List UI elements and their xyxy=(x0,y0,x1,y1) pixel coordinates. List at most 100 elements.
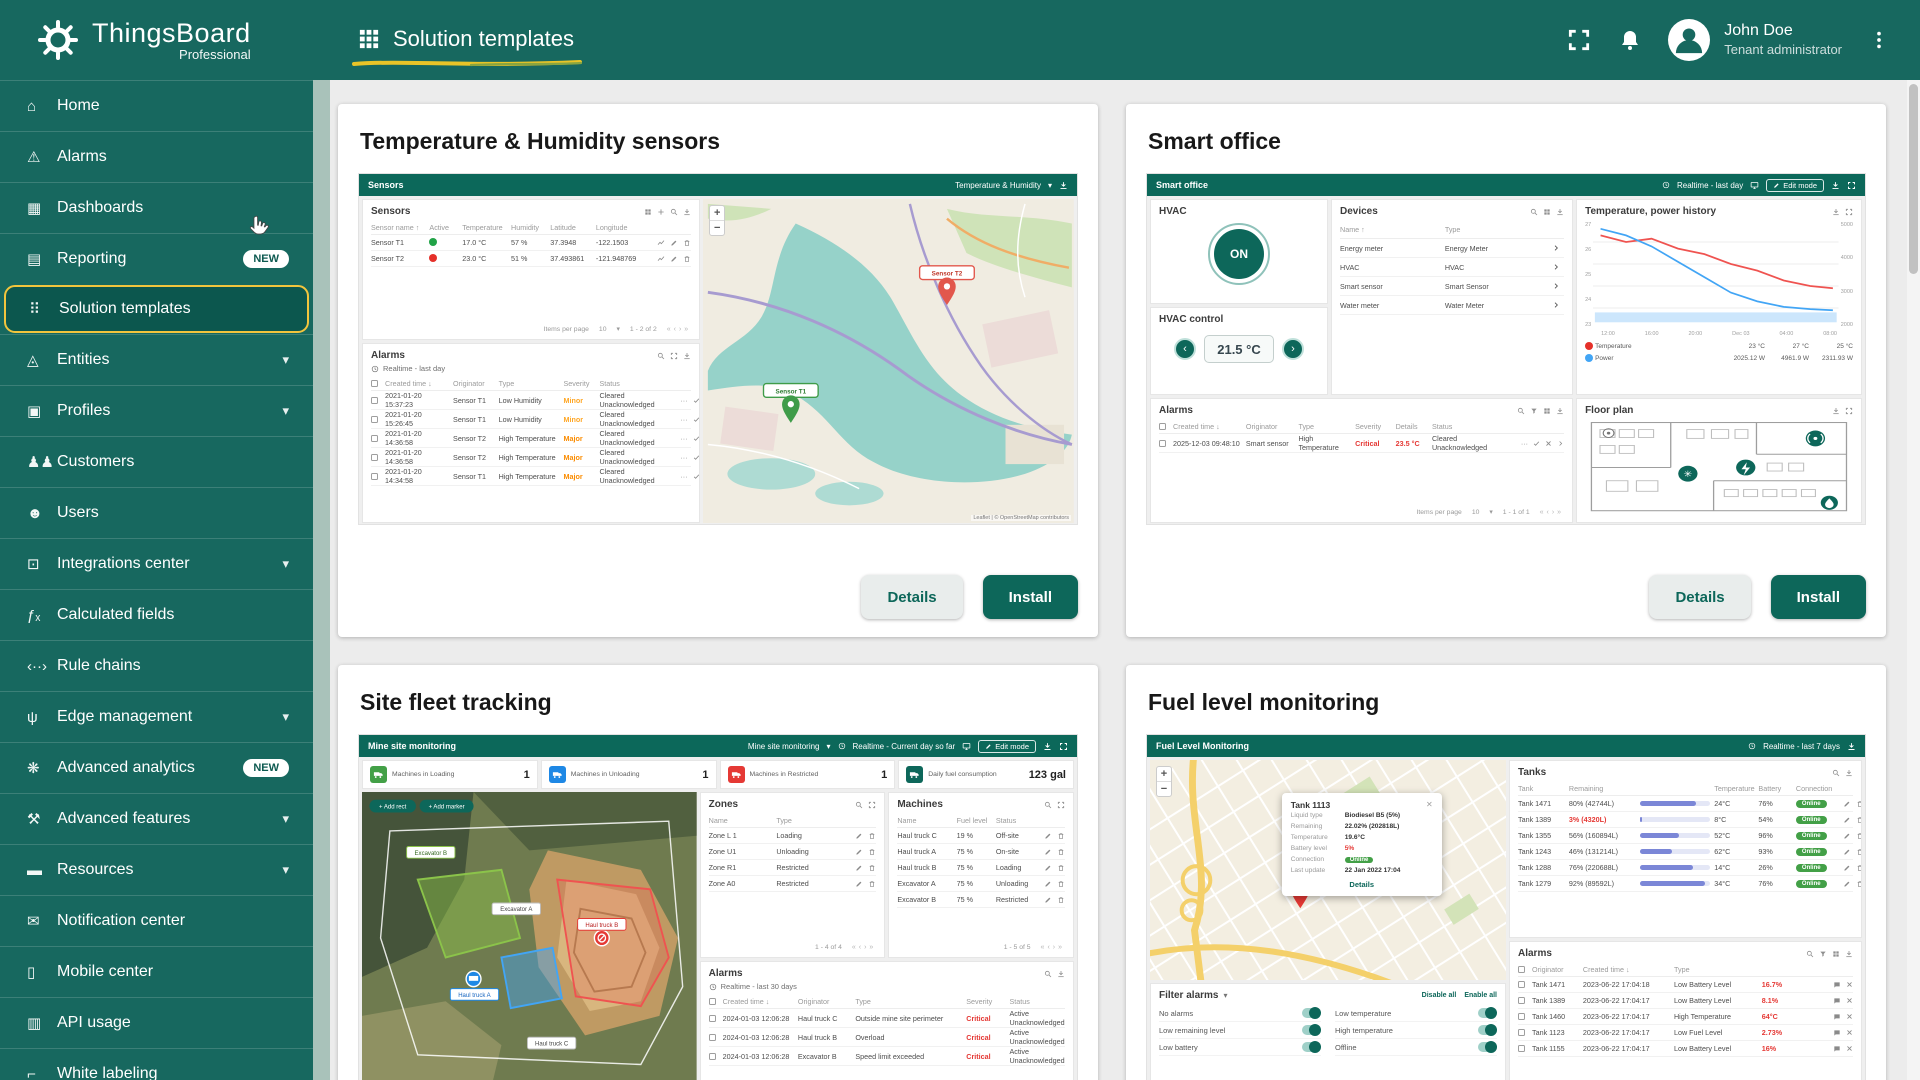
alarm-row: Tank 1155 2023-06-22 17:04:17 Low Batter… xyxy=(1518,1041,1853,1057)
delete-icon xyxy=(1856,848,1862,856)
machine-icon xyxy=(906,766,923,783)
row-checkbox xyxy=(371,454,378,461)
zone-row: Zone L 1Loading xyxy=(709,828,877,844)
fullscreen-icon xyxy=(868,801,876,809)
machine-row: Haul truck C19 %Off-site xyxy=(897,828,1065,844)
dashboard-title: Fuel Level Monitoring xyxy=(1156,741,1249,751)
sidebar-item-icon: ‹··› xyxy=(27,658,57,675)
edit-icon xyxy=(1843,864,1851,872)
chevron-down-icon: ▾ xyxy=(282,811,289,827)
edit-icon xyxy=(1843,800,1851,808)
edit-mode-button: Edit mode xyxy=(1766,179,1824,192)
table-pagination: Items per page10▾ 1 - 1 of 1«‹›» xyxy=(1159,504,1564,516)
widget-title: Alarms xyxy=(371,350,405,361)
remaining-bar xyxy=(1640,865,1693,870)
stat-tile: Machines in Unloading 1 xyxy=(541,760,717,789)
clear-x-icon xyxy=(1846,1029,1853,1036)
brand-name: ThingsBoard xyxy=(92,18,251,49)
floor-plan-drawing: ✳ xyxy=(1585,419,1853,516)
sidebar-item[interactable]: ψ Edge management ▾ xyxy=(0,691,313,742)
delete-icon xyxy=(868,864,876,872)
enable-all-link: Enable all xyxy=(1464,992,1497,999)
delete-icon xyxy=(1057,864,1065,872)
page-title: Solution templates xyxy=(393,26,574,52)
map-attribution: Leaflet | © OpenStreetMap contributors xyxy=(971,515,1071,521)
alarm-row: Tank 1460 2023-06-22 17:04:17 High Tempe… xyxy=(1518,1009,1853,1025)
sidebar-item[interactable]: ‹··› Rule chains xyxy=(0,640,313,691)
add-icon xyxy=(657,208,665,216)
tank-row: Tank 1279 92% (89592L) 34°C 76% Online xyxy=(1518,876,1853,892)
increase-temp-button: › xyxy=(1282,338,1304,360)
install-button[interactable]: Install xyxy=(983,575,1078,619)
row-checkbox xyxy=(709,1053,716,1060)
power-button xyxy=(1736,460,1755,476)
row-checkbox xyxy=(371,416,378,423)
edit-icon xyxy=(1843,832,1851,840)
sidebar-item[interactable]: ⚒ Advanced features ▾ xyxy=(0,793,313,844)
thingsboard-logo[interactable]: ThingsBoard Professional xyxy=(0,18,313,62)
sidebar-item[interactable]: ♟♟ Customers xyxy=(0,436,313,487)
top-bar: ThingsBoard Professional Solution templa… xyxy=(0,0,1920,80)
zones-table-widget: Zones NameType xyxy=(700,792,886,958)
sidebar-item-icon: ◬ xyxy=(27,351,57,369)
card-title: Smart office xyxy=(1148,128,1866,155)
sidebar-item[interactable]: ⠿ Solution templates xyxy=(4,285,309,333)
avatar[interactable] xyxy=(1668,19,1710,61)
details-button[interactable]: Details xyxy=(861,575,962,619)
sidebar-item-label: API usage xyxy=(57,1014,131,1032)
sidebar-edge-strip xyxy=(313,80,330,1080)
sidebar-item[interactable]: ⌐ White labeling xyxy=(0,1048,313,1080)
sidebar-item-icon: ⊡ xyxy=(27,555,57,573)
sidebar-item[interactable]: ⚠ Alarms xyxy=(0,131,313,182)
alarm-row: 2021-01-20 14:36:58 Sensor T2 High Tempe… xyxy=(371,429,691,448)
table-pagination: Items per page10▾ 1 - 2 of 2«‹›» xyxy=(371,321,691,333)
toggle-switch xyxy=(1478,1042,1497,1052)
page-scrollbar[interactable] xyxy=(1907,80,1920,1080)
sidebar-item[interactable]: ⊡ Integrations center ▾ xyxy=(0,538,313,589)
edit-icon xyxy=(670,255,678,263)
user-info[interactable]: John Doe Tenant administrator xyxy=(1724,21,1842,59)
delete-icon xyxy=(683,255,691,263)
toggle-switch xyxy=(1302,1025,1321,1035)
sidebar-item-label: Entities xyxy=(57,351,109,369)
fullscreen-button[interactable] xyxy=(1566,27,1592,53)
sidebar-item[interactable]: ƒₓ Calculated fields xyxy=(0,589,313,640)
search-icon xyxy=(1832,769,1840,777)
svg-text:+ Add marker: + Add marker xyxy=(429,803,465,810)
notifications-bell-button[interactable] xyxy=(1618,28,1642,52)
delete-icon xyxy=(1856,864,1862,872)
sidebar-item[interactable]: ▣ Profiles ▾ xyxy=(0,385,313,436)
scrollbar-thumb[interactable] xyxy=(1909,84,1918,274)
sidebar-item[interactable]: ⌂ Home xyxy=(0,80,313,131)
kebab-menu-button[interactable] xyxy=(1868,29,1890,51)
sidebar-item-icon: ♟♟ xyxy=(27,453,57,471)
card-temperature-humidity: Temperature & Humidity sensors Sensors T… xyxy=(338,104,1098,637)
hvac-on-button: ON xyxy=(1214,229,1264,279)
sidebar-item[interactable]: ❋ Advanced analytics NEW xyxy=(0,742,313,793)
dashboard-titlebar: Mine site monitoring Mine site monitorin… xyxy=(359,735,1077,757)
popup-row: Battery level 5% xyxy=(1291,843,1433,854)
clock-icon xyxy=(838,742,846,750)
card-title: Fuel level monitoring xyxy=(1148,689,1866,716)
install-button[interactable]: Install xyxy=(1771,575,1866,619)
tank-row: Tank 1243 46% (131214L) 62°C 93% Online xyxy=(1518,844,1853,860)
sidebar-item[interactable]: ▬ Resources ▾ xyxy=(0,844,313,895)
dashboard-titlebar: Sensors Temperature & Humidity▾ xyxy=(359,174,1077,196)
ack-check-icon xyxy=(693,435,700,442)
sidebar-item[interactable]: ◬ Entities ▾ xyxy=(0,334,313,385)
sidebar-item[interactable]: ▥ API usage xyxy=(0,997,313,1048)
dashboard-title: Smart office xyxy=(1156,180,1208,190)
sidebar-item[interactable]: ▯ Mobile center xyxy=(0,946,313,997)
comment-icon xyxy=(1833,1045,1841,1053)
row-checkbox xyxy=(709,1015,716,1022)
sidebar-item-icon: ▥ xyxy=(27,1014,57,1032)
alarm-row: 2024-01-03 12:06:28 Haul truck B Overloa… xyxy=(709,1028,1065,1047)
comment-icon xyxy=(1833,1029,1841,1037)
download-icon xyxy=(1059,181,1068,190)
sidebar-item[interactable]: ✉ Notification center xyxy=(0,895,313,946)
details-button[interactable]: Details xyxy=(1649,575,1750,619)
sidebar-item[interactable]: ☻ Users xyxy=(0,487,313,538)
alarm-row: 2025-12-03 09:48:10 Smart sensor High Te… xyxy=(1159,434,1564,453)
clear-x-icon xyxy=(1846,997,1853,1004)
edit-icon xyxy=(1044,880,1052,888)
